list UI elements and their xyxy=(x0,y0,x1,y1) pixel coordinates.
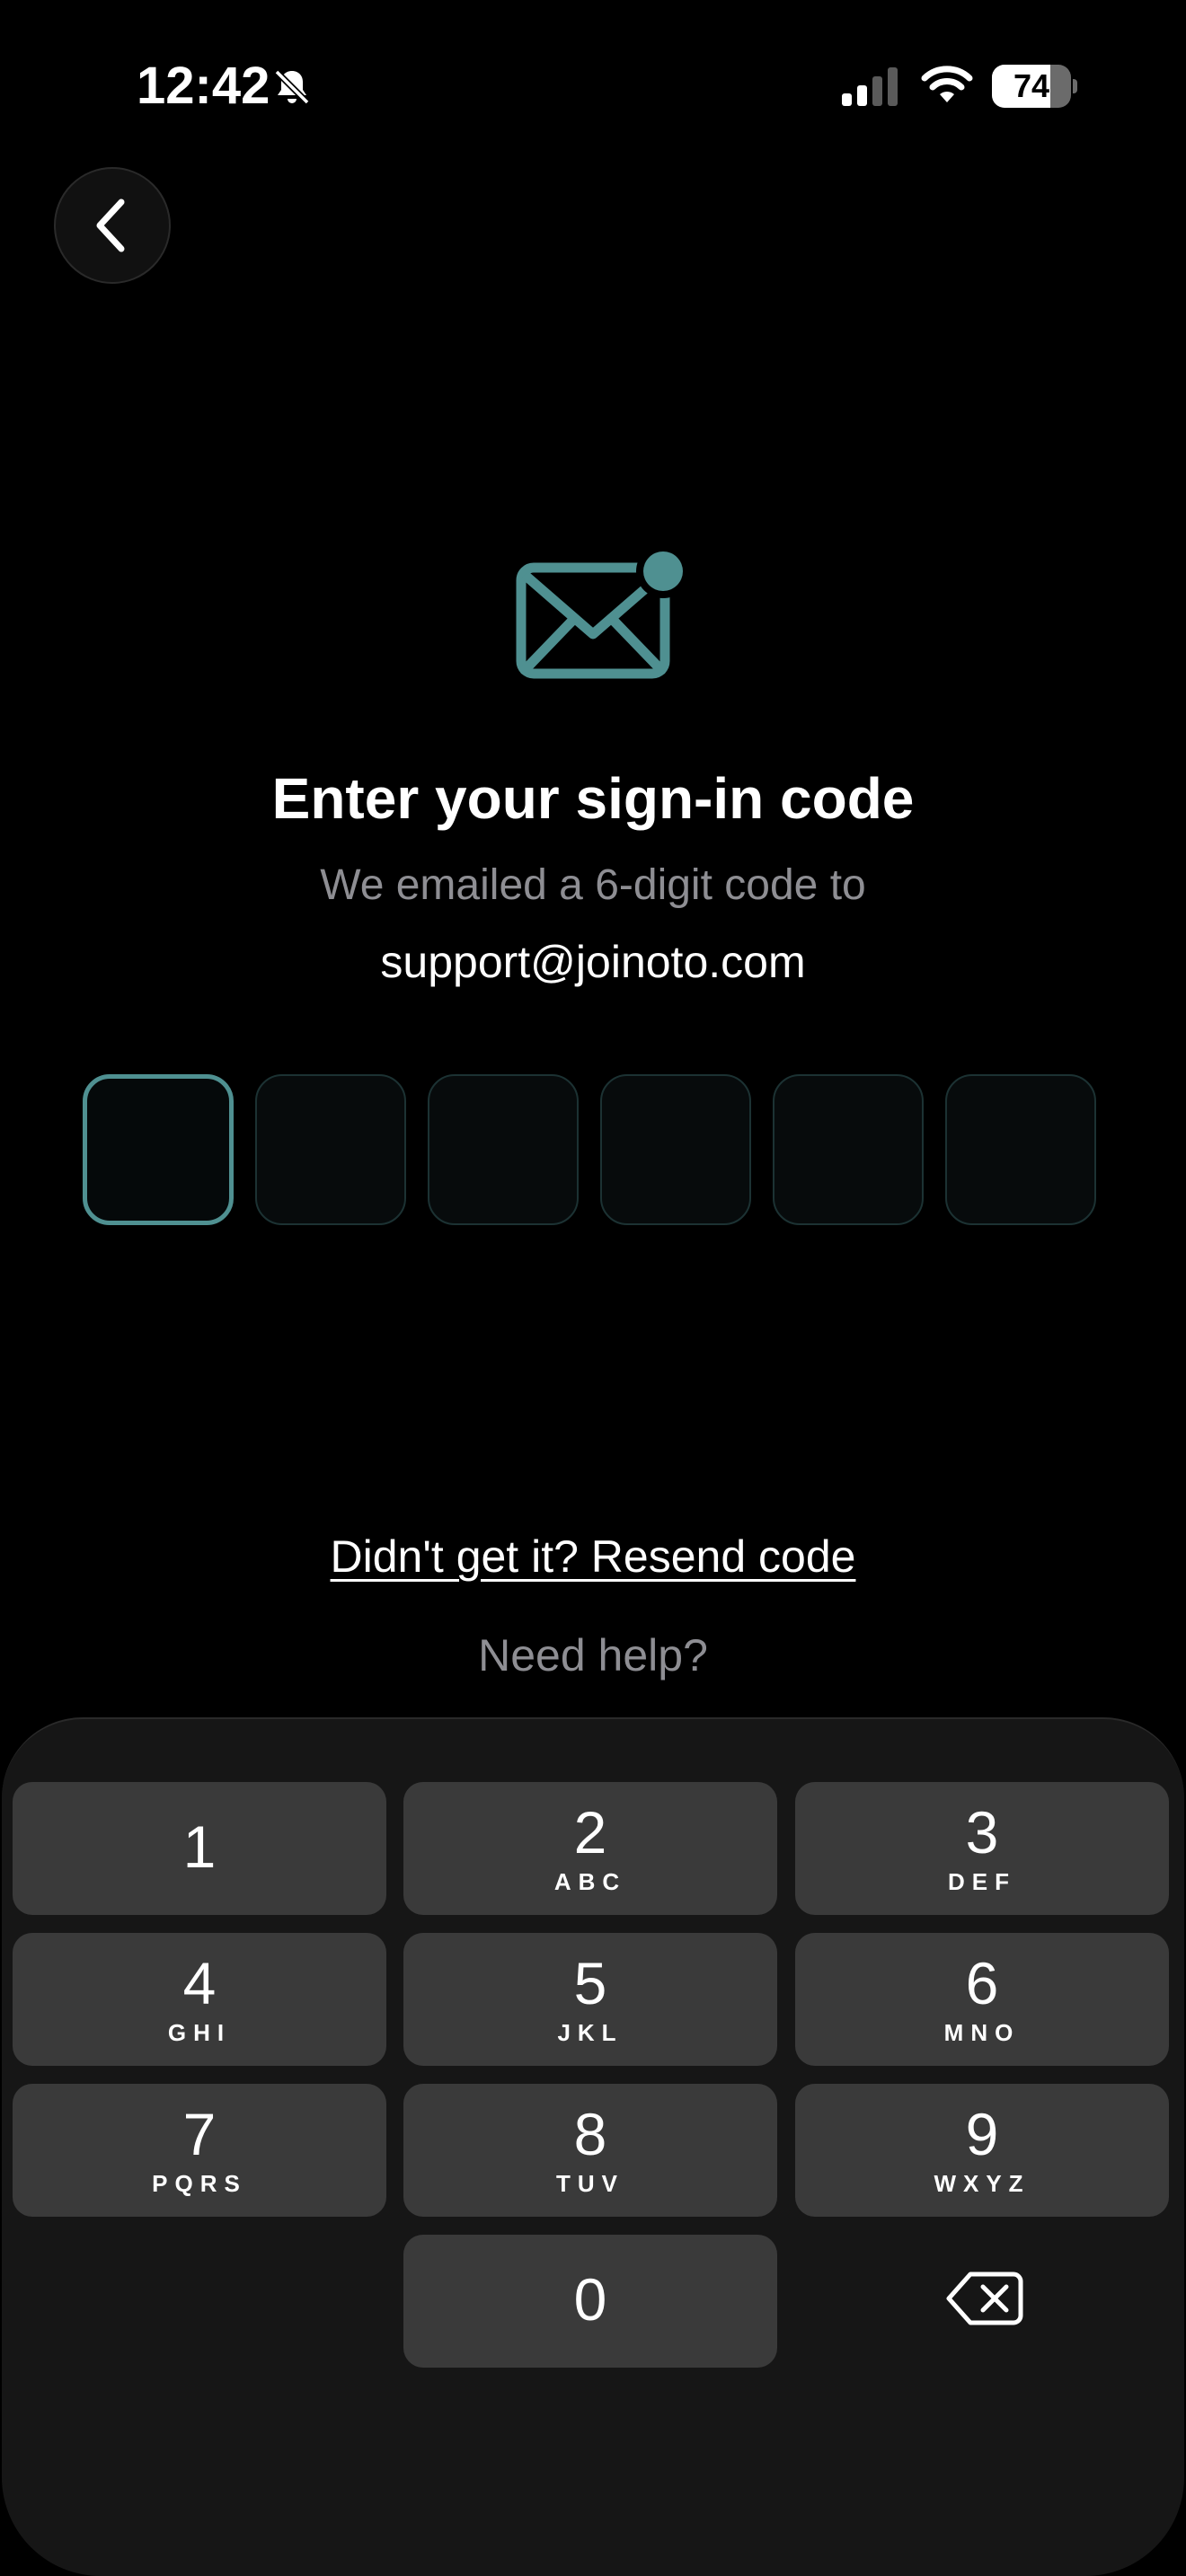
resend-code-link[interactable]: Didn't get it? Resend code xyxy=(0,1531,1186,1583)
page-subtitle: We emailed a 6-digit code to xyxy=(320,861,866,909)
mail-notification-icon xyxy=(516,548,690,679)
key-1[interactable]: 1 xyxy=(13,1782,386,1915)
key-3[interactable]: 3 DEF xyxy=(795,1782,1169,1915)
wifi-icon xyxy=(921,66,973,102)
key-digit: 7 xyxy=(182,2101,217,2167)
key-digit: 0 xyxy=(573,2266,607,2333)
key-digit: 1 xyxy=(182,1813,217,1880)
status-bar: 12:42 74 xyxy=(0,0,1186,171)
key-4[interactable]: 4 GHI xyxy=(13,1933,386,2066)
bell-slash-icon xyxy=(274,69,310,105)
page-title: Enter your sign-in code xyxy=(271,766,915,831)
key-letters: TUV xyxy=(556,2170,624,2197)
key-letters: MNO xyxy=(943,2019,1021,2046)
chevron-left-icon xyxy=(96,198,125,252)
key-digit: 6 xyxy=(965,1950,999,2016)
key-digit: 2 xyxy=(573,1799,607,1866)
battery-icon: 74 xyxy=(992,65,1077,108)
need-help-link[interactable]: Need help? xyxy=(0,1629,1186,1681)
email-address: support@joinoto.com xyxy=(380,937,806,987)
cellular-signal-icon xyxy=(842,67,898,106)
resend-code-label[interactable]: Didn't get it? Resend code xyxy=(331,1531,856,1582)
key-digit: 8 xyxy=(573,2101,607,2167)
back-button[interactable] xyxy=(54,167,171,284)
code-digit-6[interactable] xyxy=(945,1074,1096,1225)
code-digit-3[interactable] xyxy=(428,1074,579,1225)
key-6[interactable]: 6 MNO xyxy=(795,1933,1169,2066)
code-digit-4[interactable] xyxy=(600,1074,751,1225)
key-letters: ABC xyxy=(553,1868,627,1895)
key-digit: 3 xyxy=(965,1799,999,1866)
key-letters: GHI xyxy=(167,2019,232,2046)
key-letters: PQRS xyxy=(152,2170,247,2197)
status-time: 12:42 xyxy=(137,57,270,115)
key-letters: DEF xyxy=(948,1868,1016,1895)
key-letters: JKL xyxy=(557,2019,624,2046)
key-7[interactable]: 7 PQRS xyxy=(13,2084,386,2217)
key-letters: WXYZ xyxy=(934,2170,1031,2197)
key-0[interactable]: 0 xyxy=(403,2235,777,2368)
backspace-icon[interactable] xyxy=(943,2267,1024,2330)
key-digit: 5 xyxy=(573,1950,607,2016)
key-digit: 4 xyxy=(182,1950,217,2016)
key-9[interactable]: 9 WXYZ xyxy=(795,2084,1169,2217)
key-5[interactable]: 5 JKL xyxy=(403,1933,777,2066)
code-input-row[interactable] xyxy=(83,1074,1103,1229)
code-digit-1[interactable] xyxy=(83,1074,234,1225)
code-digit-2[interactable] xyxy=(255,1074,406,1225)
code-digit-5[interactable] xyxy=(773,1074,924,1225)
key-digit: 9 xyxy=(965,2101,999,2167)
key-8[interactable]: 8 TUV xyxy=(403,2084,777,2217)
battery-level: 74 xyxy=(1013,67,1050,104)
key-2[interactable]: 2 ABC xyxy=(403,1782,777,1915)
